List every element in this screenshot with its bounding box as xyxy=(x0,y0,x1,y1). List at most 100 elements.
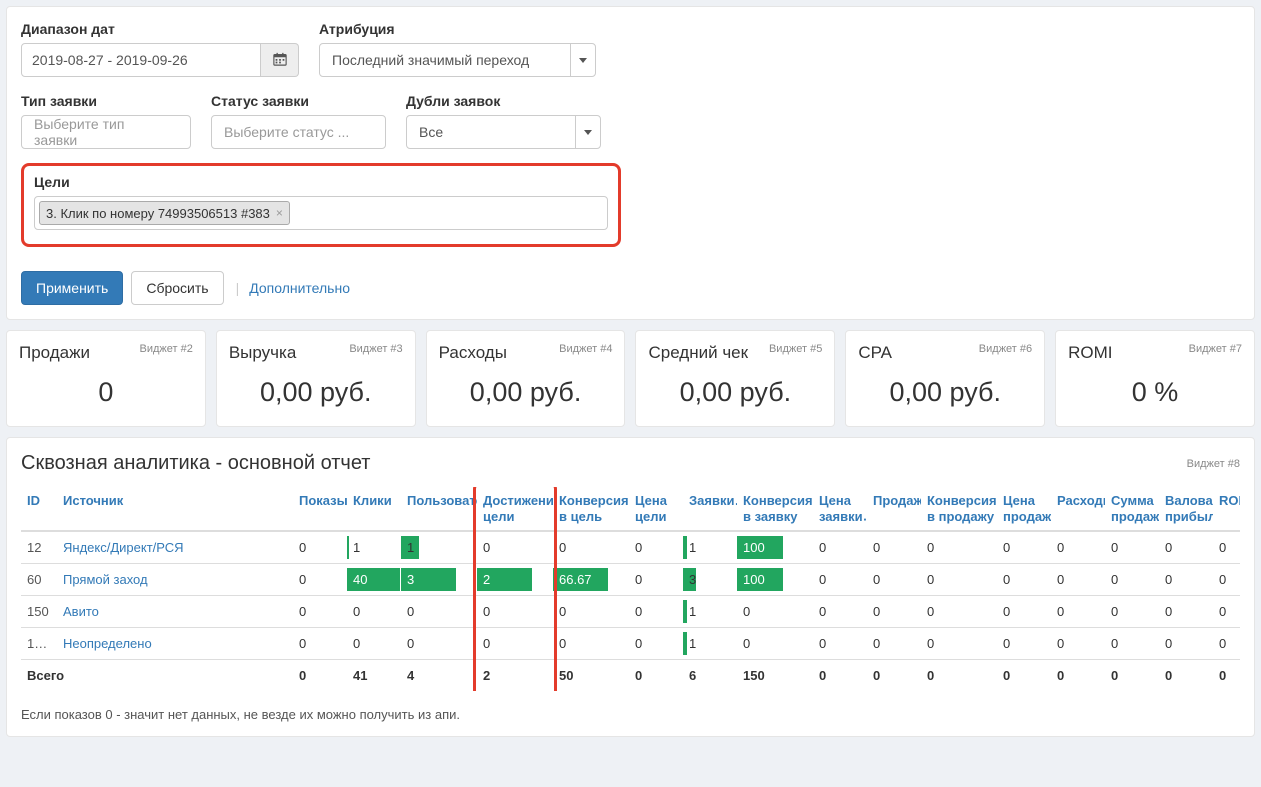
cell-value: 3 xyxy=(401,564,477,596)
filter-request-type: Тип заявки Выберите тип заявки xyxy=(21,93,191,149)
widget-badge: Виджет #2 xyxy=(139,343,192,355)
col-header[interactable]: Источник xyxy=(57,487,293,531)
goals-label: Цели xyxy=(34,174,608,190)
cell-value: 0 xyxy=(997,564,1051,596)
col-header[interactable]: Продажи xyxy=(867,487,921,531)
widget-card: ПродажиВиджет #20 xyxy=(6,330,206,427)
total-cell: 0 xyxy=(1051,660,1105,692)
attribution-select[interactable]: Последний значимый переход xyxy=(319,43,571,77)
col-header[interactable]: Достижение цели xyxy=(477,487,553,531)
col-header[interactable]: ID xyxy=(21,487,57,531)
total-cell: 0 xyxy=(813,660,867,692)
widget-card: CPAВиджет #60,00 руб. xyxy=(845,330,1045,427)
cell-value: 0 xyxy=(293,628,347,660)
chevron-down-icon xyxy=(579,58,587,63)
col-header[interactable]: Цена заявки xyxy=(813,487,867,531)
filter-actions: Применить Сбросить | Дополнительно xyxy=(21,271,1240,305)
cell-value: 0 xyxy=(1159,531,1213,564)
total-cell: 0 xyxy=(629,660,683,692)
col-header[interactable]: Валовая прибыль xyxy=(1159,487,1213,531)
cell-value: 0 xyxy=(1105,596,1159,628)
col-header[interactable]: Клики xyxy=(347,487,401,531)
cell-source[interactable]: Прямой заход xyxy=(57,564,293,596)
cell-value: 0 xyxy=(813,628,867,660)
widget-card: РасходыВиджет #40,00 руб. xyxy=(426,330,626,427)
cell-source[interactable]: Яндекс/Директ/РСЯ xyxy=(57,531,293,564)
total-cell: 6 xyxy=(683,660,737,692)
request-type-select[interactable]: Выберите тип заявки xyxy=(21,115,191,149)
widget-value: 0,00 руб. xyxy=(858,377,1032,408)
cell-value: 0 xyxy=(1105,531,1159,564)
cell-value: 66.67 xyxy=(553,564,629,596)
col-header[interactable]: Сумма продаж xyxy=(1105,487,1159,531)
col-header[interactable]: Пользователи xyxy=(401,487,477,531)
cell-value: 0 xyxy=(921,564,997,596)
attribution-label: Атрибуция xyxy=(319,21,596,37)
cell-value: 1 xyxy=(683,628,737,660)
col-header[interactable]: Конверсия в цель xyxy=(553,487,629,531)
cell-value: 0 xyxy=(867,596,921,628)
cell-value: 0 xyxy=(1105,564,1159,596)
widget-badge: Виджет #5 xyxy=(769,343,822,355)
widget-card: ROMIВиджет #70 % xyxy=(1055,330,1255,427)
cell-value: 100 xyxy=(737,531,813,564)
duplicates-select[interactable]: Все xyxy=(406,115,576,149)
close-icon[interactable]: × xyxy=(276,206,283,220)
cell-value: 0 xyxy=(293,596,347,628)
report-badge: Виджет #8 xyxy=(1187,458,1240,470)
cell-value: 0 xyxy=(553,628,629,660)
table-row: 12Яндекс/Директ/РСЯ0110001100000000000 xyxy=(21,531,1240,564)
cell-id: 150 xyxy=(21,596,57,628)
cell-value: 1 xyxy=(401,531,477,564)
request-status-select[interactable]: Выберите статус ... xyxy=(211,115,386,149)
cell-value: 0 xyxy=(401,596,477,628)
goals-input[interactable]: 3. Клик по номеру 74993506513 #383 × xyxy=(34,196,608,230)
cell-value: 0 xyxy=(921,628,997,660)
widget-title: Продажи xyxy=(19,343,90,363)
cell-source[interactable]: Авито xyxy=(57,596,293,628)
duplicates-label: Дубли заявок xyxy=(406,93,601,109)
table-row: 1000Неопределено00000010000000000 xyxy=(21,628,1240,660)
widget-card: ВыручкаВиджет #30,00 руб. xyxy=(216,330,416,427)
report-table: IDИсточникПоказыКликиПользователиДостиже… xyxy=(21,487,1240,691)
cell-value: 0 xyxy=(553,531,629,564)
col-header[interactable]: ROMI xyxy=(1213,487,1240,531)
cell-value: 0 xyxy=(629,531,683,564)
col-header[interactable]: Конверсия в заявку xyxy=(737,487,813,531)
duplicates-caret[interactable] xyxy=(575,115,601,149)
col-header[interactable]: Конверсия в продажу xyxy=(921,487,997,531)
widget-value: 0,00 руб. xyxy=(648,377,822,408)
widget-value: 0,00 руб. xyxy=(229,377,403,408)
cell-value: 0 xyxy=(867,628,921,660)
cell-value: 0 xyxy=(477,596,553,628)
date-range-input[interactable]: 2019-08-27 - 2019-09-26 xyxy=(21,43,261,77)
cell-value: 0 xyxy=(1213,628,1240,660)
cell-value: 0 xyxy=(1051,596,1105,628)
calendar-button[interactable] xyxy=(261,43,299,77)
total-cell: 2 xyxy=(477,660,553,692)
widget-value: 0 % xyxy=(1068,377,1242,408)
cell-value: 1 xyxy=(683,531,737,564)
apply-button[interactable]: Применить xyxy=(21,271,123,305)
total-cell: 0 xyxy=(1159,660,1213,692)
attribution-caret[interactable] xyxy=(570,43,596,77)
col-header[interactable]: Заявки xyxy=(683,487,737,531)
cell-value: 100 xyxy=(737,564,813,596)
cell-value: 0 xyxy=(1051,564,1105,596)
total-cell: 0 xyxy=(293,660,347,692)
more-link[interactable]: Дополнительно xyxy=(249,280,350,296)
cell-value: 0 xyxy=(921,596,997,628)
reset-button[interactable]: Сбросить xyxy=(131,271,223,305)
col-header[interactable]: Цена продажи xyxy=(997,487,1051,531)
col-header[interactable]: Расходы xyxy=(1051,487,1105,531)
col-header[interactable]: Показы xyxy=(293,487,347,531)
widget-badge: Виджет #4 xyxy=(559,343,612,355)
request-type-label: Тип заявки xyxy=(21,93,191,109)
cell-value: 0 xyxy=(867,564,921,596)
col-header[interactable]: Цена цели xyxy=(629,487,683,531)
report-panel: Сквозная аналитика - основной отчет Видж… xyxy=(6,437,1255,737)
widget-title: ROMI xyxy=(1068,343,1112,363)
cell-source[interactable]: Неопределено xyxy=(57,628,293,660)
goal-tag[interactable]: 3. Клик по номеру 74993506513 #383 × xyxy=(39,201,290,225)
table-row: 60Прямой заход0403266.6703100000000000 xyxy=(21,564,1240,596)
